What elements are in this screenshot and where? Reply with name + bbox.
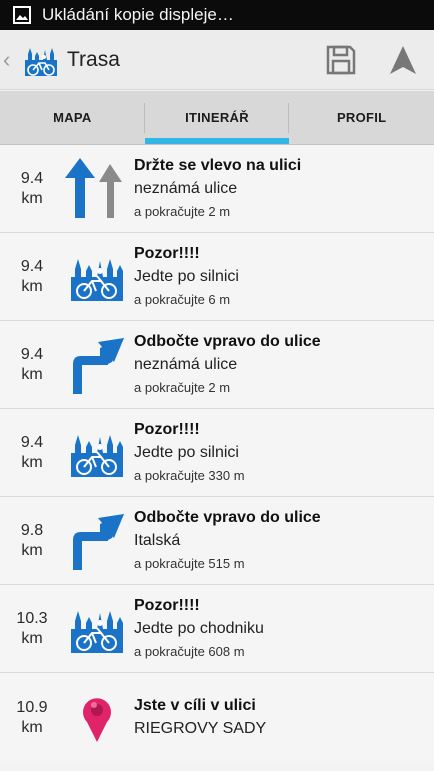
tab-mapa[interactable]: MAPA bbox=[0, 91, 145, 144]
itinerary-list[interactable]: 9.4 km Držte se vlevo na ulici neznámá ul… bbox=[0, 145, 434, 763]
instruction-title: Držte se vlevo na ulici bbox=[134, 156, 302, 174]
continue-text: a pokračujte 6 m bbox=[134, 291, 231, 307]
tab-bar: MAPA ITINERÁŘ PROFIL bbox=[0, 91, 434, 145]
continue-text: a pokračujte 608 m bbox=[134, 643, 245, 659]
tab-itinerar[interactable]: ITINERÁŘ bbox=[144, 91, 290, 144]
turn-right-icon bbox=[64, 332, 130, 398]
tab-profil[interactable]: PROFIL bbox=[289, 91, 434, 144]
street-name: RIEGROVY SADY bbox=[134, 720, 267, 737]
distance: 10.9 km bbox=[16, 699, 48, 736]
cyclist-warning-icon bbox=[64, 244, 130, 310]
app-logo-icon[interactable] bbox=[23, 42, 59, 78]
instruction-title: Pozor!!!! bbox=[134, 420, 200, 438]
status-bar: Ukládání kopie displeje… bbox=[0, 0, 434, 30]
list-item[interactable]: 10.3 km Pozor!!!! Jedte po chodniku a pok… bbox=[0, 585, 434, 673]
navigate-button[interactable] bbox=[372, 30, 434, 90]
distance: 10.3 km bbox=[16, 609, 48, 647]
action-bar: ‹ Trasa bbox=[0, 30, 434, 90]
instruction-title: Odbočte vpravo do ulice bbox=[134, 508, 321, 526]
cyclist-warning-icon bbox=[64, 420, 130, 486]
turn-right-icon bbox=[64, 508, 130, 574]
cyclist-warning-icon bbox=[64, 596, 130, 662]
list-item[interactable]: 9.4 km Pozor!!!! Jedte po silnici a pokra… bbox=[0, 409, 434, 497]
page-title: Trasa bbox=[67, 47, 120, 71]
list-item[interactable]: 9.8 km Odbočte vpravo do ulice Italská a … bbox=[0, 497, 434, 585]
distance: 9.4 km bbox=[20, 257, 44, 295]
street-name: neznámá ulice bbox=[134, 179, 238, 197]
list-item[interactable]: 9.4 km Držte se vlevo na ulici neznámá ul… bbox=[0, 145, 434, 233]
status-text: Ukládání kopie displeje… bbox=[42, 5, 234, 24]
continue-text: a pokračujte 2 m bbox=[134, 203, 231, 219]
save-button[interactable] bbox=[310, 30, 372, 90]
instruction-title: Jste v cíli v ulici bbox=[134, 697, 256, 714]
continue-text: a pokračujte 2 m bbox=[134, 379, 231, 395]
continue-text: a pokračujte 515 m bbox=[134, 555, 245, 571]
street-name: neznámá ulice bbox=[134, 355, 238, 373]
distance: 9.4 km bbox=[20, 169, 44, 207]
instruction-title: Odbočte vpravo do ulice bbox=[134, 332, 321, 350]
instruction-title: Pozor!!!! bbox=[134, 244, 200, 262]
keep-left-icon bbox=[64, 156, 130, 222]
navigate-icon bbox=[390, 45, 416, 74]
continue-text: a pokračujte 330 m bbox=[134, 467, 245, 483]
distance: 9.8 km bbox=[20, 521, 44, 559]
list-item[interactable]: 9.4 km Odbočte vpravo do ulice neznámá ul… bbox=[0, 321, 434, 409]
image-icon bbox=[12, 5, 32, 25]
save-icon bbox=[326, 45, 356, 74]
street-name: Jedte po chodniku bbox=[134, 619, 264, 637]
street-name: Italská bbox=[134, 531, 181, 549]
list-item[interactable]: 9.4 km Pozor!!!! Jedte po silnici a pokra… bbox=[0, 233, 434, 321]
list-item[interactable]: 10.9 km Jste v cíli v ulici RIEGROVY SADY bbox=[0, 673, 434, 763]
street-name: Jedte po silnici bbox=[134, 267, 239, 285]
destination-pin-icon bbox=[64, 685, 130, 751]
instruction-title: Pozor!!!! bbox=[134, 596, 200, 614]
street-name: Jedte po silnici bbox=[134, 443, 239, 461]
distance: 9.4 km bbox=[20, 345, 44, 383]
tab-indicator bbox=[144, 138, 290, 144]
back-icon[interactable]: ‹ bbox=[3, 30, 17, 90]
distance: 9.4 km bbox=[20, 433, 44, 471]
